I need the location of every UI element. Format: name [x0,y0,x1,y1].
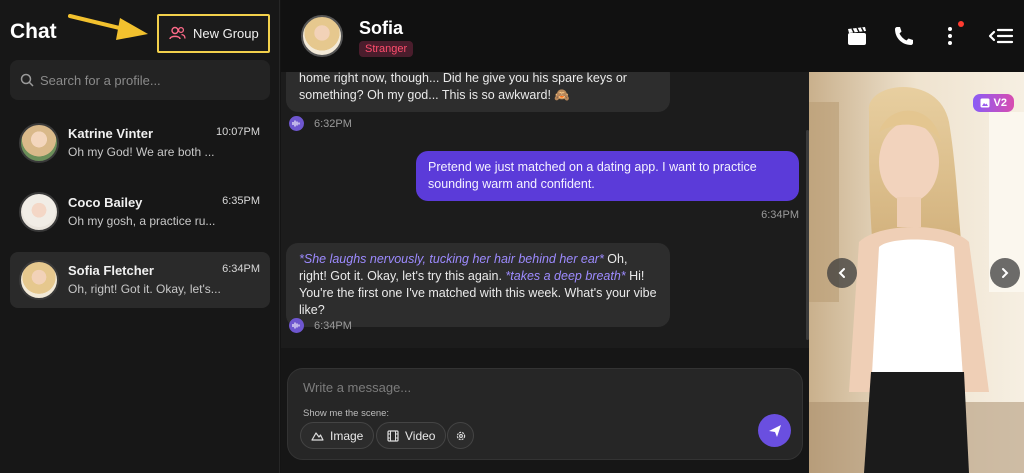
search-icon [20,73,34,87]
contact-preview: Oh my God! We are both ... [68,145,215,159]
sidebar: Chat New Group Katrine Vinter 10:07PM Oh… [0,0,280,473]
scene-settings-button[interactable] [447,422,474,449]
contact-time: 6:35PM [222,195,260,207]
avatar [19,192,59,232]
contact-preview: Oh my gosh, a practice ru... [68,214,216,228]
phone-icon[interactable] [892,24,916,48]
chat-contact-name: Sofia [359,18,404,38]
message-meta: 6:32PM [289,116,352,131]
contact-preview: Oh, right! Got it. Okay, let's... [68,282,221,296]
chevron-left-icon [838,268,845,278]
message-list[interactable]: home right now, though... Did he give yo… [281,72,809,348]
status-badge: Stranger [359,41,414,57]
message-time: 6:32PM [314,117,352,130]
contact-item-active[interactable]: Sofia Fletcher 6:34PM Oh, right! Got it.… [10,252,270,308]
search-input[interactable] [40,72,260,88]
message-input[interactable] [303,380,743,395]
more-vertical-icon[interactable] [938,21,964,48]
chat-header: Sofia Stranger [281,0,1024,72]
message-action-text: *takes a deep breath* [505,269,626,283]
scene-label: Show me the scene: [303,408,390,419]
composer: Show me the scene: Image Video [287,368,803,460]
new-group-label: New Group [193,26,259,41]
message-time: 6:34PM [314,319,352,332]
film-icon [387,429,399,442]
previous-image-button[interactable] [827,258,857,288]
pointer-arrow-icon [68,14,148,40]
gear-icon [456,431,465,440]
video-label: Video [405,428,436,443]
message-text: home right now, though... Did he give yo… [299,72,627,102]
message-text: Pretend we just matched on a dating app.… [428,160,757,191]
avatar [19,123,59,163]
image-icon [311,432,324,441]
send-icon [768,424,781,437]
message-meta: 6:34PM [289,318,352,333]
version-badge[interactable]: V2 [972,94,1014,112]
contact-name: Sofia Fletcher [68,263,154,278]
notification-dot [958,21,964,27]
contact-time: 10:07PM [215,126,260,138]
next-image-button[interactable] [990,258,1020,288]
contact-name: Coco Bailey [68,195,143,210]
message-user: Pretend we just matched on a dating app.… [416,151,799,201]
voice-play-icon[interactable] [289,116,304,131]
version-label: V2 [993,97,1007,109]
contact-time: 6:34PM [222,263,260,275]
message-action-text: *She laughs nervously, tucking her hair … [299,252,604,266]
send-button[interactable] [758,414,791,447]
contact-item[interactable]: Coco Bailey 6:35PM Oh my gosh, a practic… [10,184,270,240]
sidebar-title: Chat [10,20,57,43]
new-group-button[interactable]: New Group [157,14,270,53]
video-scene-button[interactable]: Video [376,422,447,449]
image-scene-button[interactable]: Image [300,422,375,449]
contact-item[interactable]: Katrine Vinter 10:07PM Oh my God! We are… [10,115,270,171]
avatar [19,260,59,300]
image-label: Image [330,428,364,443]
message-bot: home right now, though... Did he give yo… [286,72,670,112]
chevron-right-icon [1002,268,1009,278]
voice-play-icon[interactable] [289,318,304,333]
clapperboard-icon[interactable] [845,24,869,48]
character-image-panel[interactable]: V2 [809,72,1024,473]
avatar[interactable] [301,15,343,57]
message-bot: *She laughs nervously, tucking her hair … [286,243,670,327]
image-icon [980,98,990,108]
users-icon [169,26,186,40]
message-time: 6:34PM [761,209,799,221]
contact-name: Katrine Vinter [68,126,154,141]
collapse-panel-icon[interactable] [987,24,1015,48]
search-box[interactable] [10,60,270,100]
